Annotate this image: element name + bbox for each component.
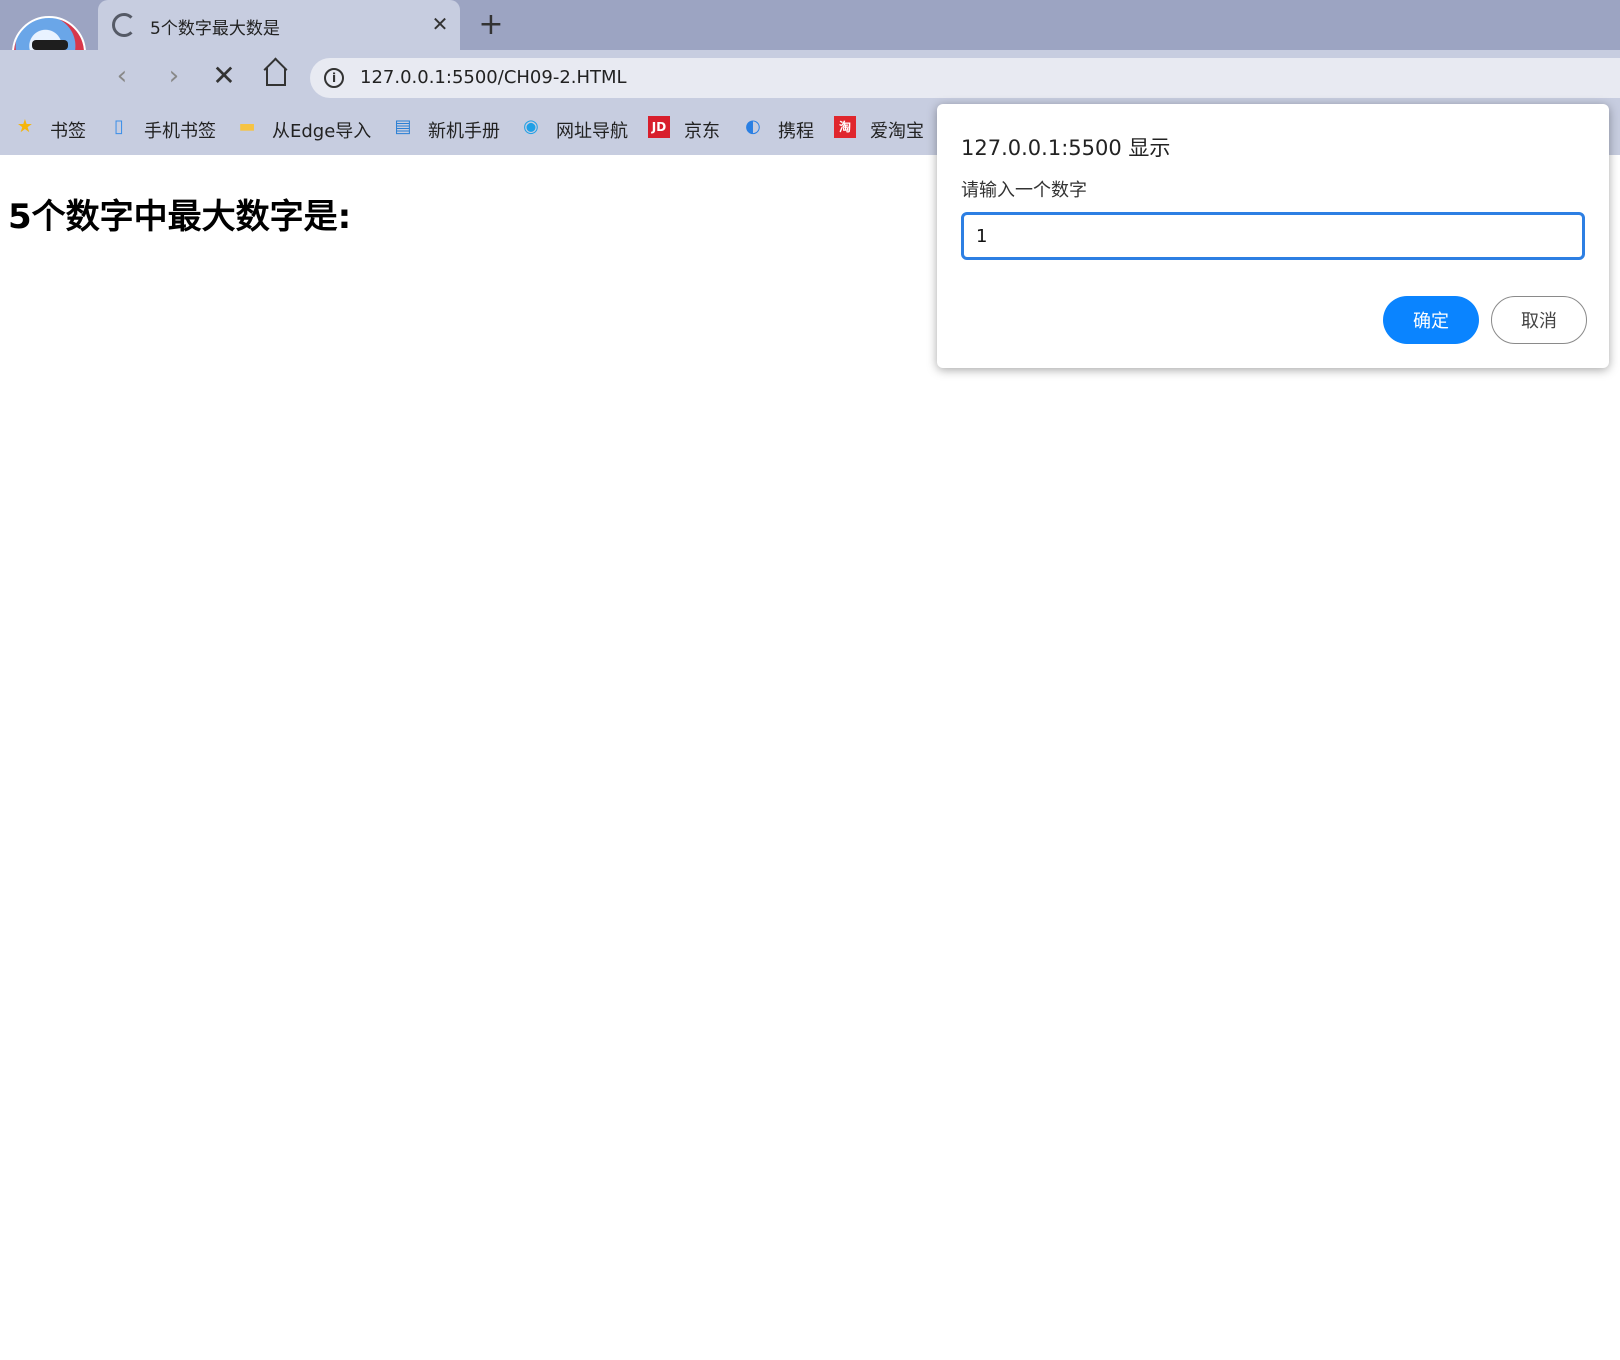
forward-button[interactable]: › xyxy=(158,60,190,92)
bookmark-label: 手机书签 xyxy=(144,121,216,142)
site-info-icon[interactable]: i xyxy=(324,68,344,88)
avatar-glasses xyxy=(32,40,68,50)
ctrip-icon: ◐ xyxy=(745,116,761,137)
tab-title: 5个数字最大数是 xyxy=(150,19,280,39)
prompt-input[interactable] xyxy=(961,212,1585,260)
edge-icon: ◉ xyxy=(523,116,539,137)
bookmark-label: 新机手册 xyxy=(428,121,500,142)
cancel-button[interactable]: 取消 xyxy=(1491,296,1587,344)
bookmark-label: 爱淘宝 xyxy=(870,121,924,142)
bookmark-label: 网址导航 xyxy=(556,121,628,142)
browser-tab[interactable]: 5个数字最大数是 ✕ xyxy=(98,0,460,50)
ok-button[interactable]: 确定 xyxy=(1383,296,1479,344)
address-bar[interactable]: i 127.0.0.1:5500/CH09-2.HTML xyxy=(310,58,1620,98)
home-button[interactable] xyxy=(260,57,292,92)
home-icon-body xyxy=(266,68,286,86)
stop-loading-button[interactable]: ✕ xyxy=(208,60,240,92)
loading-spinner-icon xyxy=(112,13,136,37)
bookmark-label: 从Edge导入 xyxy=(272,121,372,142)
page-heading: 5个数字中最大数字是: xyxy=(8,197,352,237)
prompt-dialog: 127.0.0.1:5500 显示 请输入一个数字 确定 取消 xyxy=(937,104,1609,368)
bookmark-label: 书签 xyxy=(50,121,86,142)
bookmark-label: 携程 xyxy=(778,121,814,142)
back-button[interactable]: ‹ xyxy=(106,60,138,92)
new-tab-button[interactable]: + xyxy=(476,10,506,40)
url-text[interactable]: 127.0.0.1:5500/CH09-2.HTML xyxy=(360,67,627,88)
bookmark-label: 京东 xyxy=(684,121,720,142)
tab-close-icon[interactable]: ✕ xyxy=(428,12,452,36)
title-bar: 5个数字最大数是 ✕ + xyxy=(0,0,1620,90)
dialog-message: 请输入一个数字 xyxy=(961,180,1087,201)
taobao-icon: 淘 xyxy=(834,116,856,138)
star-icon: ★ xyxy=(16,116,34,137)
folder-icon: ▬ xyxy=(238,116,256,137)
jd-icon: JD xyxy=(648,116,670,138)
navigation-bar: ‹ › ✕ i 127.0.0.1:5500/CH09-2.HTML xyxy=(0,50,1620,102)
manual-icon: ▤ xyxy=(394,116,412,137)
dialog-title: 127.0.0.1:5500 显示 xyxy=(961,136,1171,160)
mobile-bookmark-icon: ▯ xyxy=(114,116,124,137)
